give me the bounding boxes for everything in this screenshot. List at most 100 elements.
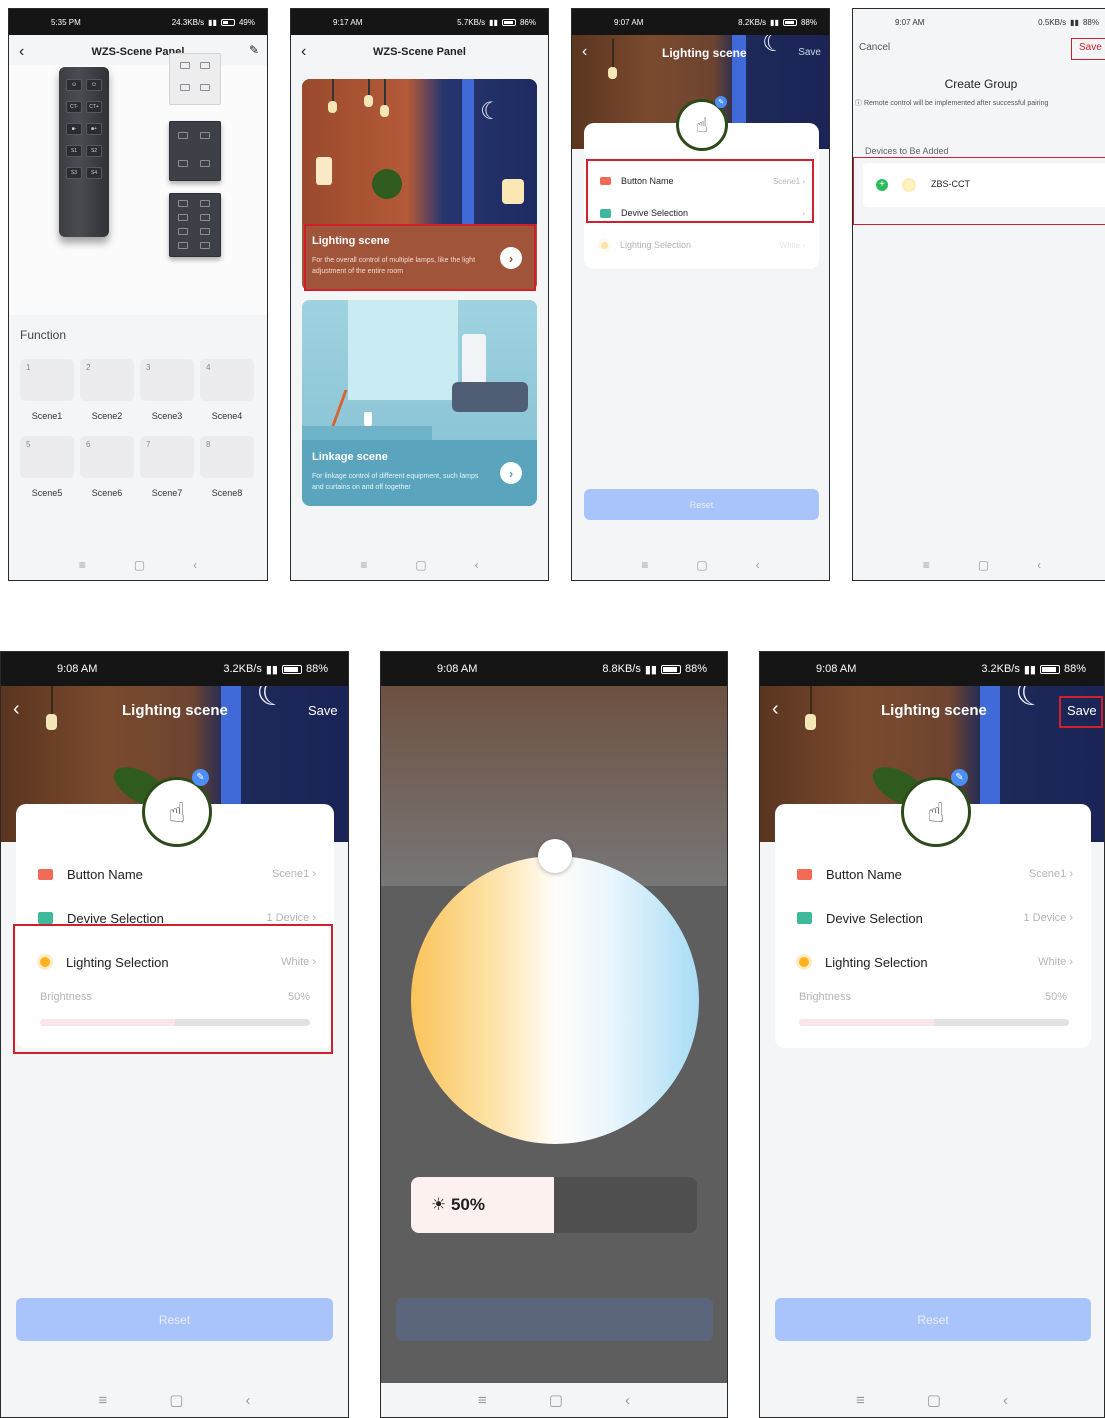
linkage-scene-card[interactable]: Linkage scene For linkage control of dif… [302,300,537,506]
lighting-scene-illustration: ☾ [302,79,537,224]
scene-avatar: ☝ [142,777,212,847]
device-image: ⊙ ⏻ CT- CT+ ■- ■+ S1 S2 S3 S4 [9,53,267,315]
back-nav-icon[interactable]: ‹ [625,1392,630,1409]
save-button[interactable]: Save [798,47,821,58]
network-speed: 5.7KB/s [457,17,486,27]
menu-icon[interactable]: ≡ [79,558,86,572]
function-slot-number: 1 [26,363,31,372]
section-title: Function [20,328,67,342]
status-time: 9:07 AM [895,17,925,27]
function-slot-label: Scene1 [31,411,63,421]
highlight-rows [586,159,814,223]
home-icon[interactable]: ▢ [978,558,989,572]
back-nav-icon[interactable]: ‹ [245,1392,250,1409]
back-nav-icon[interactable]: ‹ [193,558,197,572]
remote-key: ⏻ [86,79,102,91]
linkage-scene-title: Linkage scene [312,451,388,463]
home-icon[interactable]: ▢ [169,1391,183,1409]
color-wheel-handle[interactable] [538,839,572,873]
color-temperature-wheel[interactable] [411,856,699,1144]
home-icon[interactable]: ▢ [696,558,707,572]
reset-button[interactable]: Reset [775,1298,1091,1341]
lighting-selection-label: Lighting Selection [825,954,928,970]
menu-icon[interactable]: ≡ [360,558,367,572]
button-name-row[interactable]: Button Name Scene1 › [775,860,1091,888]
back-nav-icon[interactable]: ‹ [756,558,760,572]
menu-icon[interactable]: ≡ [99,1392,108,1409]
linkage-scene-desc: For linkage control of different equipme… [312,473,479,491]
system-nav-bar: ≡ ▢ ‹ [1,1383,348,1417]
home-icon[interactable]: ▢ [134,558,145,572]
remote-key: CT- [66,101,82,113]
cancel-button[interactable]: Cancel [859,42,890,53]
button-name-row[interactable]: Button Name Scene1 › [16,860,334,888]
brightness-value: 50% [1044,991,1067,1003]
edit-icon[interactable]: ✎ [249,43,259,57]
battery-icon [660,664,681,674]
brightness-label: Brightness [799,991,851,1003]
edit-avatar-icon[interactable]: ✎ [715,96,727,108]
function-slot-number: 6 [86,440,91,449]
device-selection-row[interactable]: Devive Selection 1 Device › [775,904,1091,932]
reset-button[interactable]: Reset [584,489,819,520]
menu-icon[interactable]: ≡ [478,1392,487,1409]
battery-level: 49% [238,17,255,27]
page-title: Create Group [944,77,1018,91]
lighting-selection-label: Lighting Selection [620,240,692,250]
edit-avatar-icon[interactable]: ✎ [192,769,209,786]
linkage-scene-illustration [302,300,537,440]
remote-key: ⊙ [66,79,82,91]
brightness-percent: 50% [450,1195,485,1214]
button-name-value: Scene1 › [1028,868,1073,880]
function-slot-number: 2 [86,363,91,372]
remote-key: S3 [66,167,82,179]
system-nav-bar: ≡ ▢ ‹ [853,550,1105,580]
back-icon[interactable]: ‹ [772,698,779,721]
phone-color-picker: 9:08 AM 8.8KB/s ▮▮ 88% ☀ 50% ≡ ▢ ‹ [380,651,728,1418]
signal-icon: ▮▮ [1070,17,1079,27]
menu-icon[interactable]: ≡ [641,558,648,572]
status-bar: 9:07 AM 0.5KB/s ▮▮ 88% [853,9,1105,35]
status-bar: 9:08 AM 3.2KB/s ▮▮ 88% [1,652,348,686]
highlight-lighting-scene [304,224,536,291]
edit-avatar-icon[interactable]: ✎ [951,769,968,786]
back-icon[interactable]: ‹ [13,698,20,721]
menu-icon[interactable]: ≡ [856,1392,865,1409]
status-bar: 9:08 AM 3.2KB/s ▮▮ 88% [760,652,1104,686]
button-name-value: Scene1 › [271,868,316,880]
back-nav-icon[interactable]: ‹ [1037,558,1041,572]
highlight-lighting-selection [13,924,333,1054]
home-icon[interactable]: ▢ [415,558,426,572]
page-title: Lighting scene [881,702,987,719]
highlight-save [1071,38,1105,60]
back-icon[interactable]: ‹ [582,43,587,61]
function-slot-label: Scene6 [91,488,123,498]
back-nav-icon[interactable]: ‹ [475,558,479,572]
home-icon[interactable]: ▢ [927,1391,941,1409]
home-icon[interactable]: ▢ [549,1391,563,1409]
device-selection-icon [797,912,812,924]
section-title: Devices to Be Added [865,146,949,156]
device-selection-label: Devive Selection [826,910,923,926]
brightness-slider[interactable] [799,1019,1069,1026]
function-slot-label: Scene2 [91,411,123,421]
system-nav-bar: ≡ ▢ ‹ [760,1383,1104,1417]
page-title: Lighting scene [662,46,747,60]
reset-button[interactable]: Reset [16,1298,333,1341]
function-slot-label: Scene5 [31,488,63,498]
signal-icon: ▮▮ [770,17,779,27]
sun-icon: ☀ [431,1195,451,1214]
signal-icon: ▮▮ [644,663,657,676]
battery-icon [220,18,235,26]
pairing-note: ⓘ Remote control will be implemented aft… [855,100,1049,107]
save-button[interactable]: Save [308,703,338,718]
battery-level: 86% [519,17,536,27]
linkage-scene-arrow-button[interactable]: › [500,462,522,484]
remote-key: ■+ [86,123,102,135]
battery-icon [782,18,797,26]
moon-icon: ☾ [480,98,502,125]
back-nav-icon[interactable]: ‹ [1003,1392,1008,1409]
menu-icon[interactable]: ≡ [923,558,930,572]
function-slot-label: Scene3 [151,411,183,421]
lighting-selection-row[interactable]: Lighting Selection White › [775,948,1091,976]
